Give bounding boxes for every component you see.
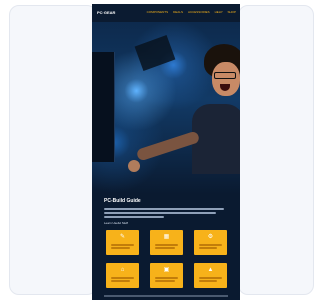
body-text-line xyxy=(104,212,216,214)
tile-text-line xyxy=(199,247,217,249)
glasses-icon xyxy=(214,72,236,79)
person-arm xyxy=(135,130,201,162)
tile-text-line xyxy=(155,277,178,279)
pencil-icon: ✎ xyxy=(119,234,126,240)
tile-text-line xyxy=(155,247,175,249)
tile-text-line xyxy=(199,244,222,246)
feature-grid: ✎ ▦ ⚙ ⌂ ▣ ▲ xyxy=(106,230,228,290)
nav-link-1[interactable]: COMPONENTS xyxy=(147,10,169,14)
warning-icon: ▲ xyxy=(207,267,214,273)
feature-tile[interactable]: ▣ xyxy=(150,263,183,288)
lock-icon: ▣ xyxy=(163,267,170,273)
feature-tile[interactable]: ✎ xyxy=(106,230,139,255)
tile-text-line xyxy=(155,280,175,282)
footer-text-line xyxy=(104,295,228,297)
section-subhead: Learn Useful Stuff xyxy=(104,221,128,225)
feature-tile[interactable]: ▲ xyxy=(194,263,227,288)
tile-text-line xyxy=(111,277,134,279)
nav-link-2[interactable]: DEALS xyxy=(173,10,183,14)
chip-icon: ▦ xyxy=(163,234,170,240)
side-card-right xyxy=(238,5,314,295)
tile-text-line xyxy=(199,277,222,279)
house-icon: ⌂ xyxy=(120,267,125,273)
nav-link-4[interactable]: HELP xyxy=(215,10,223,14)
body-text-line xyxy=(104,216,164,218)
top-nav: PC·GEAR COMPONENTS DEALS ACCESSORIES HEL… xyxy=(92,4,240,22)
person-hand xyxy=(128,160,140,172)
tile-text-line xyxy=(111,280,130,282)
monitor-shape xyxy=(92,52,115,162)
tile-text-line xyxy=(155,244,178,246)
nav-link-5[interactable]: SHOP xyxy=(227,10,236,14)
gear-icon: ⚙ xyxy=(207,234,214,240)
feature-tile[interactable]: ⚙ xyxy=(194,230,227,255)
feature-tile[interactable]: ▦ xyxy=(150,230,183,255)
feature-tile[interactable]: ⌂ xyxy=(106,263,139,288)
nav-link-3[interactable]: ACCESSORIES xyxy=(188,10,210,14)
person-torso xyxy=(192,104,240,174)
hardware-shape xyxy=(134,34,176,72)
tile-text-line xyxy=(111,247,130,249)
nav-links: COMPONENTS DEALS ACCESSORIES HELP SHOP xyxy=(147,10,236,14)
email-title: PC-Build Guide xyxy=(104,198,141,204)
side-card-left xyxy=(9,5,97,295)
tile-text-line xyxy=(111,244,134,246)
brand-logo[interactable]: PC·GEAR xyxy=(97,10,115,15)
hero-image xyxy=(92,22,240,194)
tile-text-line xyxy=(199,280,217,282)
email-preview: PC·GEAR COMPONENTS DEALS ACCESSORIES HEL… xyxy=(92,4,240,300)
body-text-line xyxy=(104,208,224,210)
